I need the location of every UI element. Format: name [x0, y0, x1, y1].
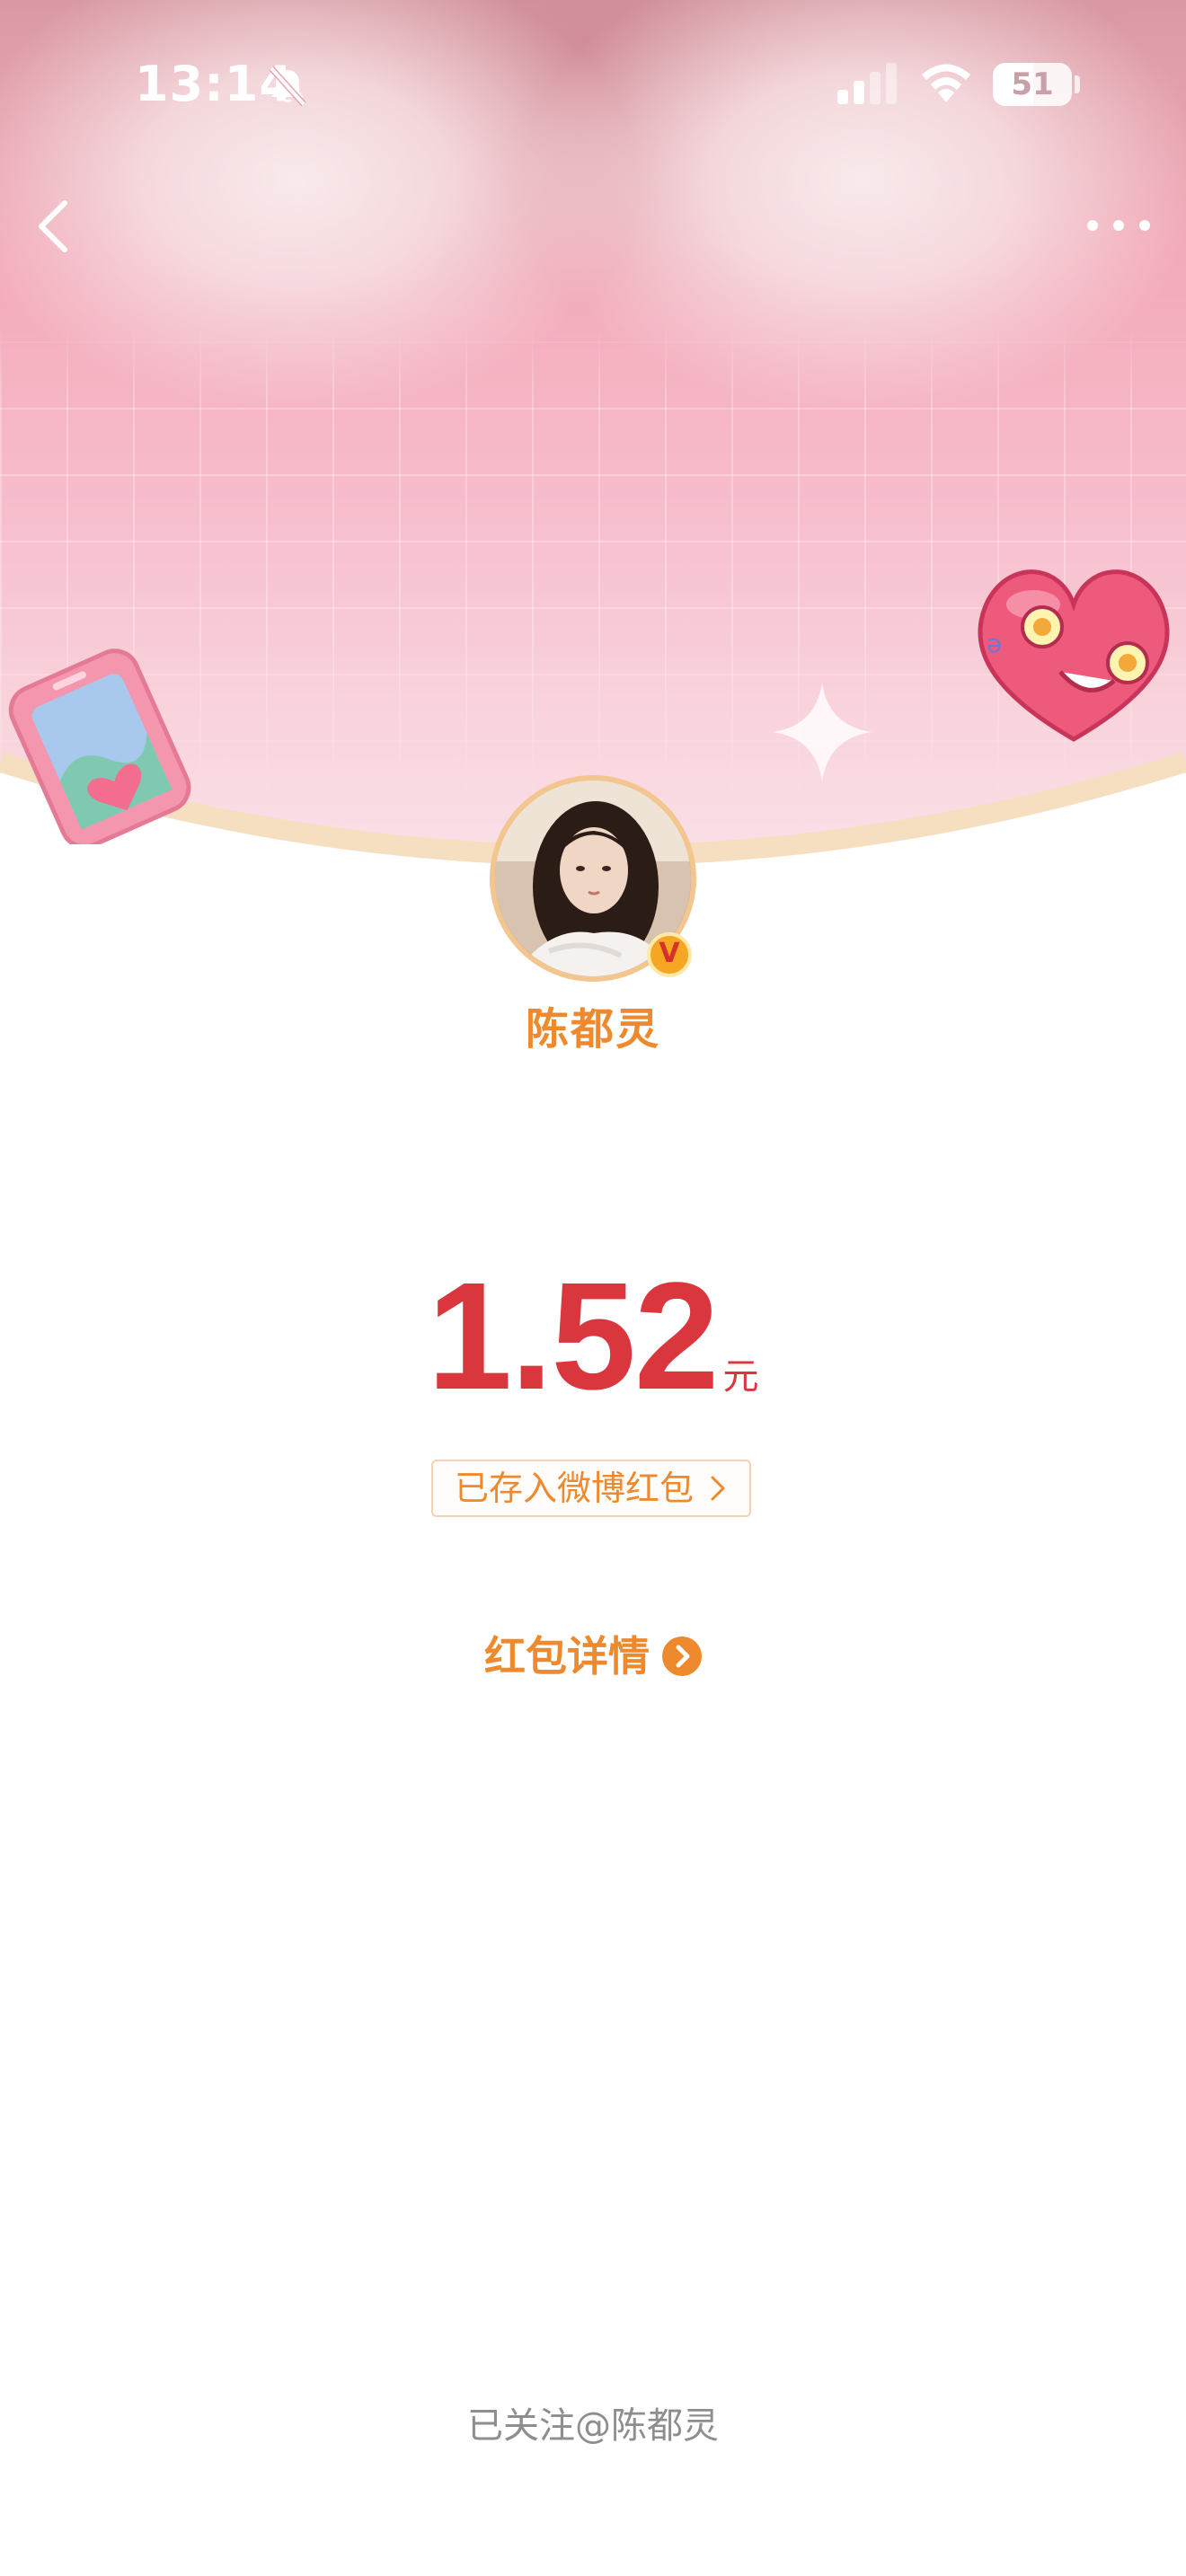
- username[interactable]: 陈都灵: [0, 993, 1186, 1056]
- battery-indicator: 51: [993, 63, 1072, 106]
- chevron-right-icon: [711, 1476, 725, 1500]
- bell-muted-icon: [269, 66, 306, 107]
- chevron-circle-right-icon: [662, 1636, 702, 1676]
- amount-row: 1.52 元: [0, 1248, 1186, 1425]
- phone-sticker-icon: [8, 648, 191, 844]
- follow-status-text: 已关注@陈都灵: [467, 2405, 719, 2447]
- chevron-left-icon: [39, 200, 67, 252]
- wifi-icon: [922, 64, 970, 102]
- sparkle-icon: [773, 683, 872, 781]
- heart-face-sticker-icon: ə: [978, 569, 1170, 742]
- more-dots-icon: [1087, 220, 1150, 231]
- back-button[interactable]: [25, 190, 79, 262]
- red-packet-details-link[interactable]: 红包详情: [0, 1624, 1186, 1683]
- status-bar: 13:14 51: [0, 0, 1186, 171]
- details-label: 红包详情: [484, 1632, 650, 1681]
- verified-badge-icon: V: [647, 932, 692, 977]
- saved-to-wallet-label: 已存入微博红包: [454, 1469, 694, 1508]
- amount-unit: 元: [722, 1356, 759, 1398]
- red-packet-amount: 1.52: [427, 1251, 720, 1422]
- svg-text:ə: ə: [987, 629, 1002, 658]
- battery-tip: [1075, 75, 1080, 93]
- cellular-signal-icon: [837, 63, 897, 104]
- battery-level: 51: [1011, 66, 1054, 102]
- more-button[interactable]: [1078, 203, 1159, 248]
- saved-to-wallet-button[interactable]: 已存入微博红包: [431, 1460, 751, 1517]
